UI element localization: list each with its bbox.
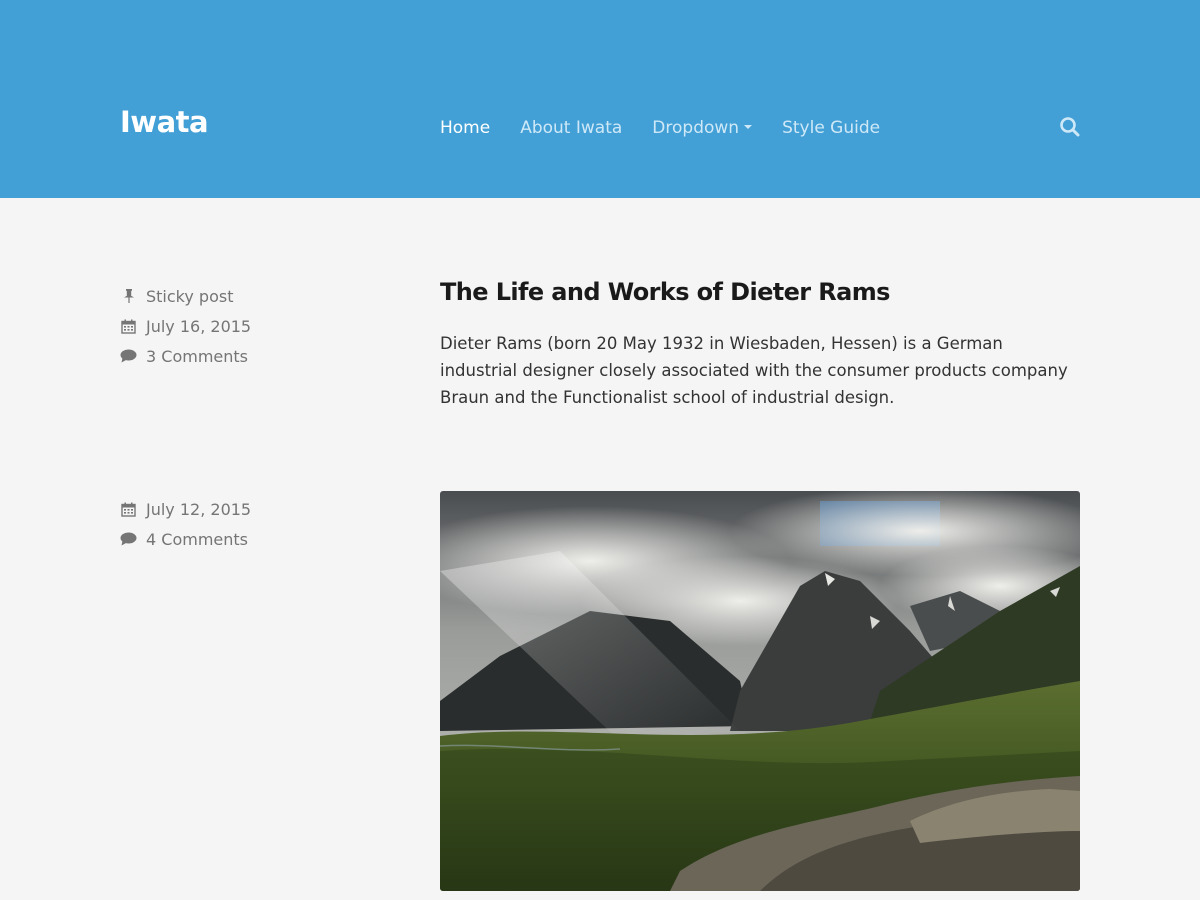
nav-item-about[interactable]: About Iwata [520, 118, 622, 138]
main-nav: Home About Iwata Dropdown Style Guide [440, 118, 910, 138]
post-comments-link[interactable]: 3 Comments [146, 347, 248, 366]
post-date-link[interactable]: July 16, 2015 [146, 317, 251, 336]
nav-item-home[interactable]: Home [440, 118, 490, 138]
post-date-link[interactable]: July 12, 2015 [146, 500, 251, 519]
calendar-icon [120, 501, 137, 518]
post-meta: Sticky post July 16, 2015 3 Comments [120, 281, 251, 371]
sticky-post-row: Sticky post [120, 281, 251, 311]
nav-item-style-guide[interactable]: Style Guide [782, 118, 880, 138]
post-date-row: July 12, 2015 [120, 494, 251, 524]
nav-item-dropdown-label: Dropdown [652, 118, 740, 138]
post-comments-link[interactable]: 4 Comments [146, 530, 248, 549]
post-excerpt: Dieter Rams (born 20 May 1932 in Wiesbad… [440, 334, 1068, 407]
comment-icon [120, 348, 137, 365]
search-icon [1060, 117, 1080, 137]
post-date-row: July 16, 2015 [120, 311, 251, 341]
calendar-icon [120, 318, 137, 335]
search-button[interactable] [1058, 115, 1082, 139]
pin-icon [120, 288, 137, 305]
post-comments-row: 3 Comments [120, 341, 251, 371]
post-comments-row: 4 Comments [120, 524, 251, 554]
sticky-post-label: Sticky post [146, 286, 234, 306]
site-header: Iwata Home About Iwata Dropdown Style Gu… [0, 0, 1200, 198]
site-title[interactable]: Iwata [120, 105, 209, 139]
nav-item-dropdown[interactable]: Dropdown [652, 118, 753, 138]
post-title[interactable]: The Life and Works of Dieter Rams [440, 278, 890, 306]
post-featured-image[interactable] [440, 491, 1080, 891]
comment-icon [120, 531, 137, 548]
post-meta: July 12, 2015 4 Comments [120, 494, 251, 554]
chevron-down-icon [744, 125, 753, 129]
